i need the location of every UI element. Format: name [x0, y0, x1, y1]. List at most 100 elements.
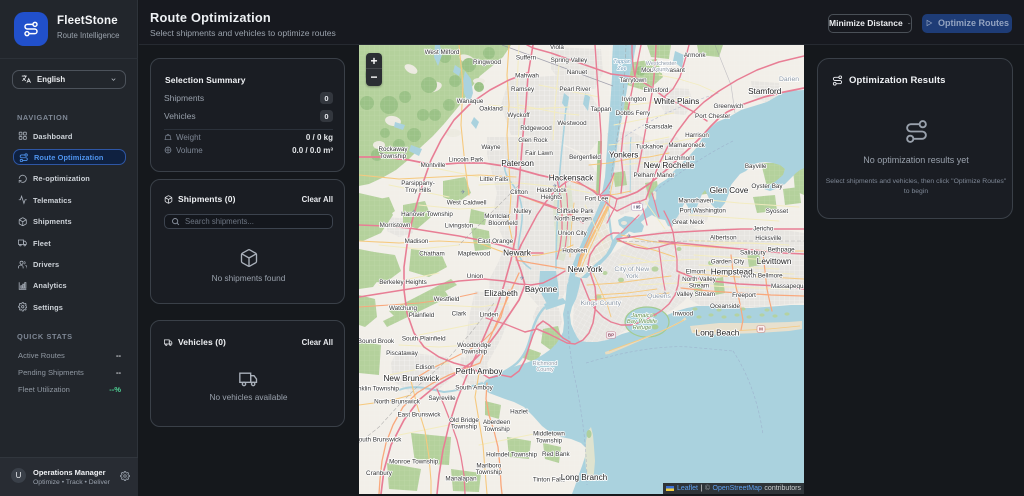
- svg-text:Glen Cove: Glen Cove: [710, 186, 749, 195]
- svg-text:Nutley: Nutley: [514, 208, 533, 215]
- svg-text:Elmont: Elmont: [686, 269, 706, 276]
- svg-text:Irvington: Irvington: [622, 96, 647, 103]
- svg-text:County: County: [652, 67, 670, 73]
- svg-text:Scarsdale: Scarsdale: [644, 124, 672, 131]
- svg-text:Oyster Bay: Oyster Bay: [751, 183, 783, 190]
- svg-text:Hempstead: Hempstead: [711, 268, 753, 277]
- svg-text:Hanover Township: Hanover Township: [401, 211, 453, 218]
- svg-text:Holmdel Township: Holmdel Township: [486, 452, 537, 459]
- svg-text:Franklin Township: Franklin Township: [359, 386, 399, 393]
- svg-text:Sayreville: Sayreville: [428, 395, 456, 402]
- svg-text:Ridgewood: Ridgewood: [520, 125, 552, 132]
- svg-text:Bloomfield: Bloomfield: [488, 220, 518, 227]
- svg-text:Hicksville: Hicksville: [755, 235, 782, 242]
- svg-text:Chatham: Chatham: [419, 251, 445, 258]
- svg-text:Cliffside Park: Cliffside Park: [557, 208, 595, 215]
- svg-text:Massapequa: Massapequa: [771, 283, 804, 290]
- svg-text:East Brunswick: East Brunswick: [397, 412, 441, 419]
- svg-text:County: County: [536, 367, 554, 373]
- svg-text:Salisbury: Salisbury: [740, 249, 767, 256]
- svg-text:Inwood: Inwood: [673, 311, 694, 318]
- svg-text:Union: Union: [467, 273, 484, 280]
- svg-text:Township: Township: [461, 349, 488, 356]
- svg-text:Oakland: Oakland: [479, 106, 503, 113]
- svg-text:North Bergen: North Bergen: [554, 215, 592, 222]
- svg-text:Oceanside: Oceanside: [710, 303, 741, 310]
- svg-text:Plainfield: Plainfield: [409, 312, 435, 319]
- svg-text:Manorhaven: Manorhaven: [678, 198, 714, 205]
- svg-text:Stamford: Stamford: [748, 87, 782, 96]
- svg-text:Wyckoff: Wyckoff: [507, 112, 529, 119]
- svg-text:South Amboy: South Amboy: [455, 384, 493, 391]
- svg-text:Syosset: Syosset: [766, 208, 789, 215]
- svg-text:Glen Rock: Glen Rock: [518, 137, 548, 144]
- svg-text:Madison: Madison: [405, 238, 429, 245]
- svg-text:Pearl River: Pearl River: [559, 86, 590, 93]
- svg-text:Hazlet: Hazlet: [510, 408, 528, 415]
- svg-text:City of New: City of New: [614, 266, 649, 273]
- svg-text:Newark: Newark: [503, 249, 532, 258]
- svg-text:Tuckahoe: Tuckahoe: [636, 144, 664, 151]
- svg-text:Spring Valley: Spring Valley: [551, 57, 588, 64]
- svg-text:New Brunswick: New Brunswick: [384, 374, 441, 383]
- svg-text:Montclair: Montclair: [484, 213, 510, 220]
- svg-text:Township: Township: [476, 469, 503, 476]
- svg-text:Ringwood: Ringwood: [473, 59, 502, 66]
- svg-text:Red Bank: Red Bank: [542, 451, 571, 458]
- svg-text:Tappan: Tappan: [591, 106, 612, 113]
- svg-text:Westfield: Westfield: [434, 296, 460, 303]
- svg-text:Pelham Manor: Pelham Manor: [634, 172, 675, 179]
- svg-text:Refuge: Refuge: [633, 325, 652, 331]
- svg-text:✈: ✈: [460, 189, 465, 196]
- svg-text:I 95: I 95: [634, 205, 642, 210]
- svg-text:Wayne: Wayne: [481, 144, 501, 151]
- svg-text:Suffern: Suffern: [516, 55, 537, 62]
- svg-text:BP: BP: [608, 333, 614, 338]
- svg-text:Heights: Heights: [541, 194, 562, 201]
- svg-text:Clifton: Clifton: [510, 189, 528, 196]
- svg-text:Hoboken: Hoboken: [562, 248, 588, 255]
- svg-text:Yonkers: Yonkers: [609, 151, 638, 160]
- svg-text:New Rochelle: New Rochelle: [644, 161, 695, 170]
- svg-text:West Milford: West Milford: [425, 49, 460, 56]
- svg-text:Albertson: Albertson: [710, 234, 737, 241]
- svg-text:Cranbury: Cranbury: [366, 470, 393, 477]
- svg-text:Hackensack: Hackensack: [549, 174, 595, 183]
- svg-text:Union City: Union City: [558, 230, 588, 237]
- svg-text:Tappan: Tappan: [613, 59, 631, 65]
- svg-text:Freeport: Freeport: [732, 292, 756, 299]
- svg-text:Monroe Township: Monroe Township: [389, 459, 439, 466]
- svg-text:Stream: Stream: [689, 283, 709, 290]
- svg-text:Township: Township: [536, 437, 563, 444]
- svg-text:Morristown: Morristown: [380, 222, 411, 229]
- svg-text:Maplewood: Maplewood: [458, 251, 491, 258]
- svg-text:Manalapan: Manalapan: [445, 475, 477, 482]
- svg-text:West Caldwell: West Caldwell: [447, 200, 487, 207]
- svg-text:Long Beach: Long Beach: [696, 329, 740, 338]
- svg-text:Lincoln Park: Lincoln Park: [449, 157, 485, 164]
- svg-text:Fort Lee: Fort Lee: [585, 196, 609, 203]
- svg-text:Perth Amboy: Perth Amboy: [456, 367, 504, 376]
- svg-text:Valley Stream: Valley Stream: [676, 291, 715, 298]
- svg-text:✈: ✈: [519, 275, 524, 282]
- svg-text:East Orange: East Orange: [478, 238, 514, 245]
- svg-text:Little Falls: Little Falls: [480, 176, 508, 183]
- svg-text:Edison: Edison: [415, 364, 435, 371]
- svg-text:Elizabeth: Elizabeth: [484, 289, 518, 298]
- svg-text:New York: New York: [568, 265, 603, 274]
- svg-text:Port Washington: Port Washington: [680, 208, 727, 215]
- svg-text:Dobbs Ferry: Dobbs Ferry: [616, 110, 651, 117]
- svg-text:✈: ✈: [626, 233, 631, 240]
- svg-text:Armonk: Armonk: [684, 52, 707, 59]
- svg-text:Township: Township: [483, 426, 510, 433]
- svg-text:Clark: Clark: [452, 311, 468, 318]
- svg-text:Fair Lawn: Fair Lawn: [525, 150, 553, 157]
- svg-text:Elmsford: Elmsford: [644, 87, 669, 94]
- svg-text:Darien: Darien: [779, 76, 799, 83]
- svg-text:Viola: Viola: [550, 45, 564, 51]
- svg-text:Troy Hills: Troy Hills: [405, 187, 431, 194]
- svg-text:Garden City: Garden City: [711, 258, 745, 265]
- svg-text:Tarrytown: Tarrytown: [619, 77, 647, 84]
- svg-text:North Brunswick: North Brunswick: [374, 398, 421, 405]
- svg-text:Paterson: Paterson: [501, 159, 534, 168]
